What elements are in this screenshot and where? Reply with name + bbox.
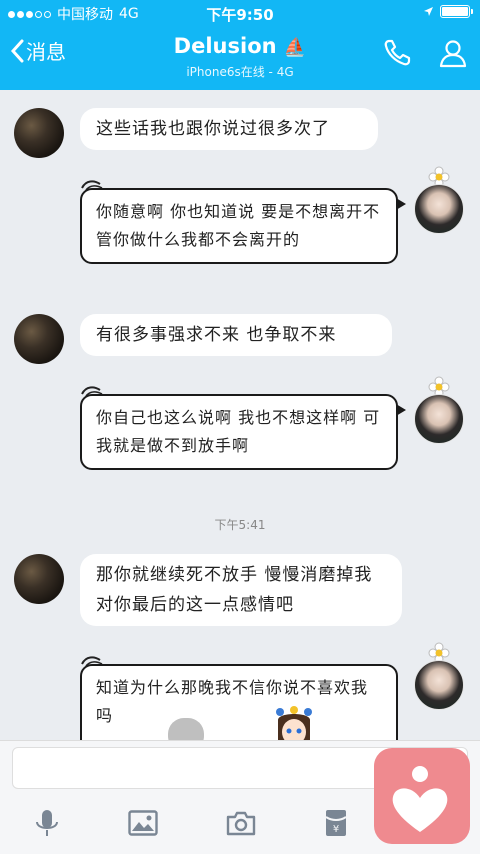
heart-app-button[interactable] — [374, 748, 470, 844]
message-bubble[interactable]: 这些话我也跟你说过很多次了 — [80, 108, 378, 150]
location-icon — [424, 7, 433, 16]
heart-icon — [392, 766, 448, 832]
red-packet-icon[interactable]: ¥ — [324, 808, 348, 838]
sailboat-icon: ⛵ — [283, 37, 307, 58]
camera-icon[interactable] — [226, 810, 256, 836]
avatar[interactable] — [414, 660, 464, 710]
microphone-icon[interactable] — [34, 808, 60, 838]
avatar[interactable] — [14, 314, 64, 364]
clock: 下午9:50 — [206, 6, 274, 24]
message-bubble[interactable]: 你随意啊 你也知道说 要是不想离开不管你做什么我都不会离开的 — [80, 188, 406, 264]
top-bar: 中国移动 4G 下午9:50 消息 Delusion ⛵ iPhone6s在线 … — [0, 0, 480, 90]
avatar[interactable] — [414, 184, 464, 234]
message-bubble[interactable]: 那你就继续死不放手 慢慢消磨掉我对你最后的这一点感情吧 — [80, 554, 402, 626]
avatar[interactable] — [14, 554, 64, 604]
message-bubble[interactable]: 有很多事强求不来 也争取不来 — [80, 314, 392, 356]
contact-name: Delusion — [173, 34, 277, 58]
avatar[interactable] — [14, 108, 64, 158]
timestamp: 下午5:41 — [214, 518, 266, 532]
message-bubble[interactable]: 知道为什么那晚我不信你说不喜欢我吗 — [80, 664, 398, 740]
profile-icon[interactable] — [438, 38, 468, 68]
avatar[interactable] — [414, 394, 464, 444]
svg-text:¥: ¥ — [333, 824, 339, 835]
status-right — [423, 5, 473, 18]
status-bar: 中国移动 4G 下午9:50 — [0, 0, 480, 26]
header-actions — [382, 38, 468, 68]
image-icon[interactable] — [128, 810, 158, 836]
sticker-ghost — [168, 718, 204, 740]
battery-icon — [440, 5, 473, 18]
message-bubble[interactable]: 你自己也这么说啊 我也不想这样啊 可我就是做不到放手啊 — [80, 394, 406, 470]
phone-icon[interactable] — [382, 38, 412, 68]
sticker-girl — [276, 706, 312, 740]
chat-area[interactable]: 这些话我也跟你说过很多次了 你随意啊 你也知道说 要是不想离开不管你做什么我都不… — [0, 90, 480, 740]
